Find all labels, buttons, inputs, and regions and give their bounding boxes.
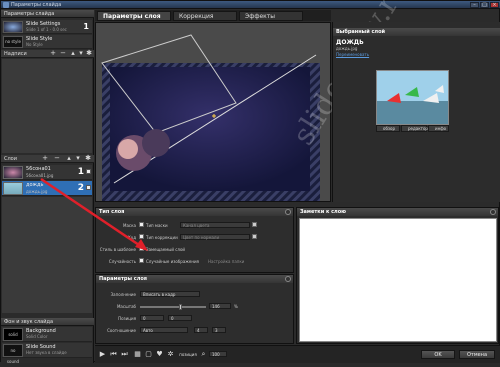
annotation-arrow [40,177,148,251]
arrow-head [135,239,148,251]
app-window: Параметры слайда – □ × Параметры слайда … [0,0,500,364]
arrow-shaft [40,177,143,249]
